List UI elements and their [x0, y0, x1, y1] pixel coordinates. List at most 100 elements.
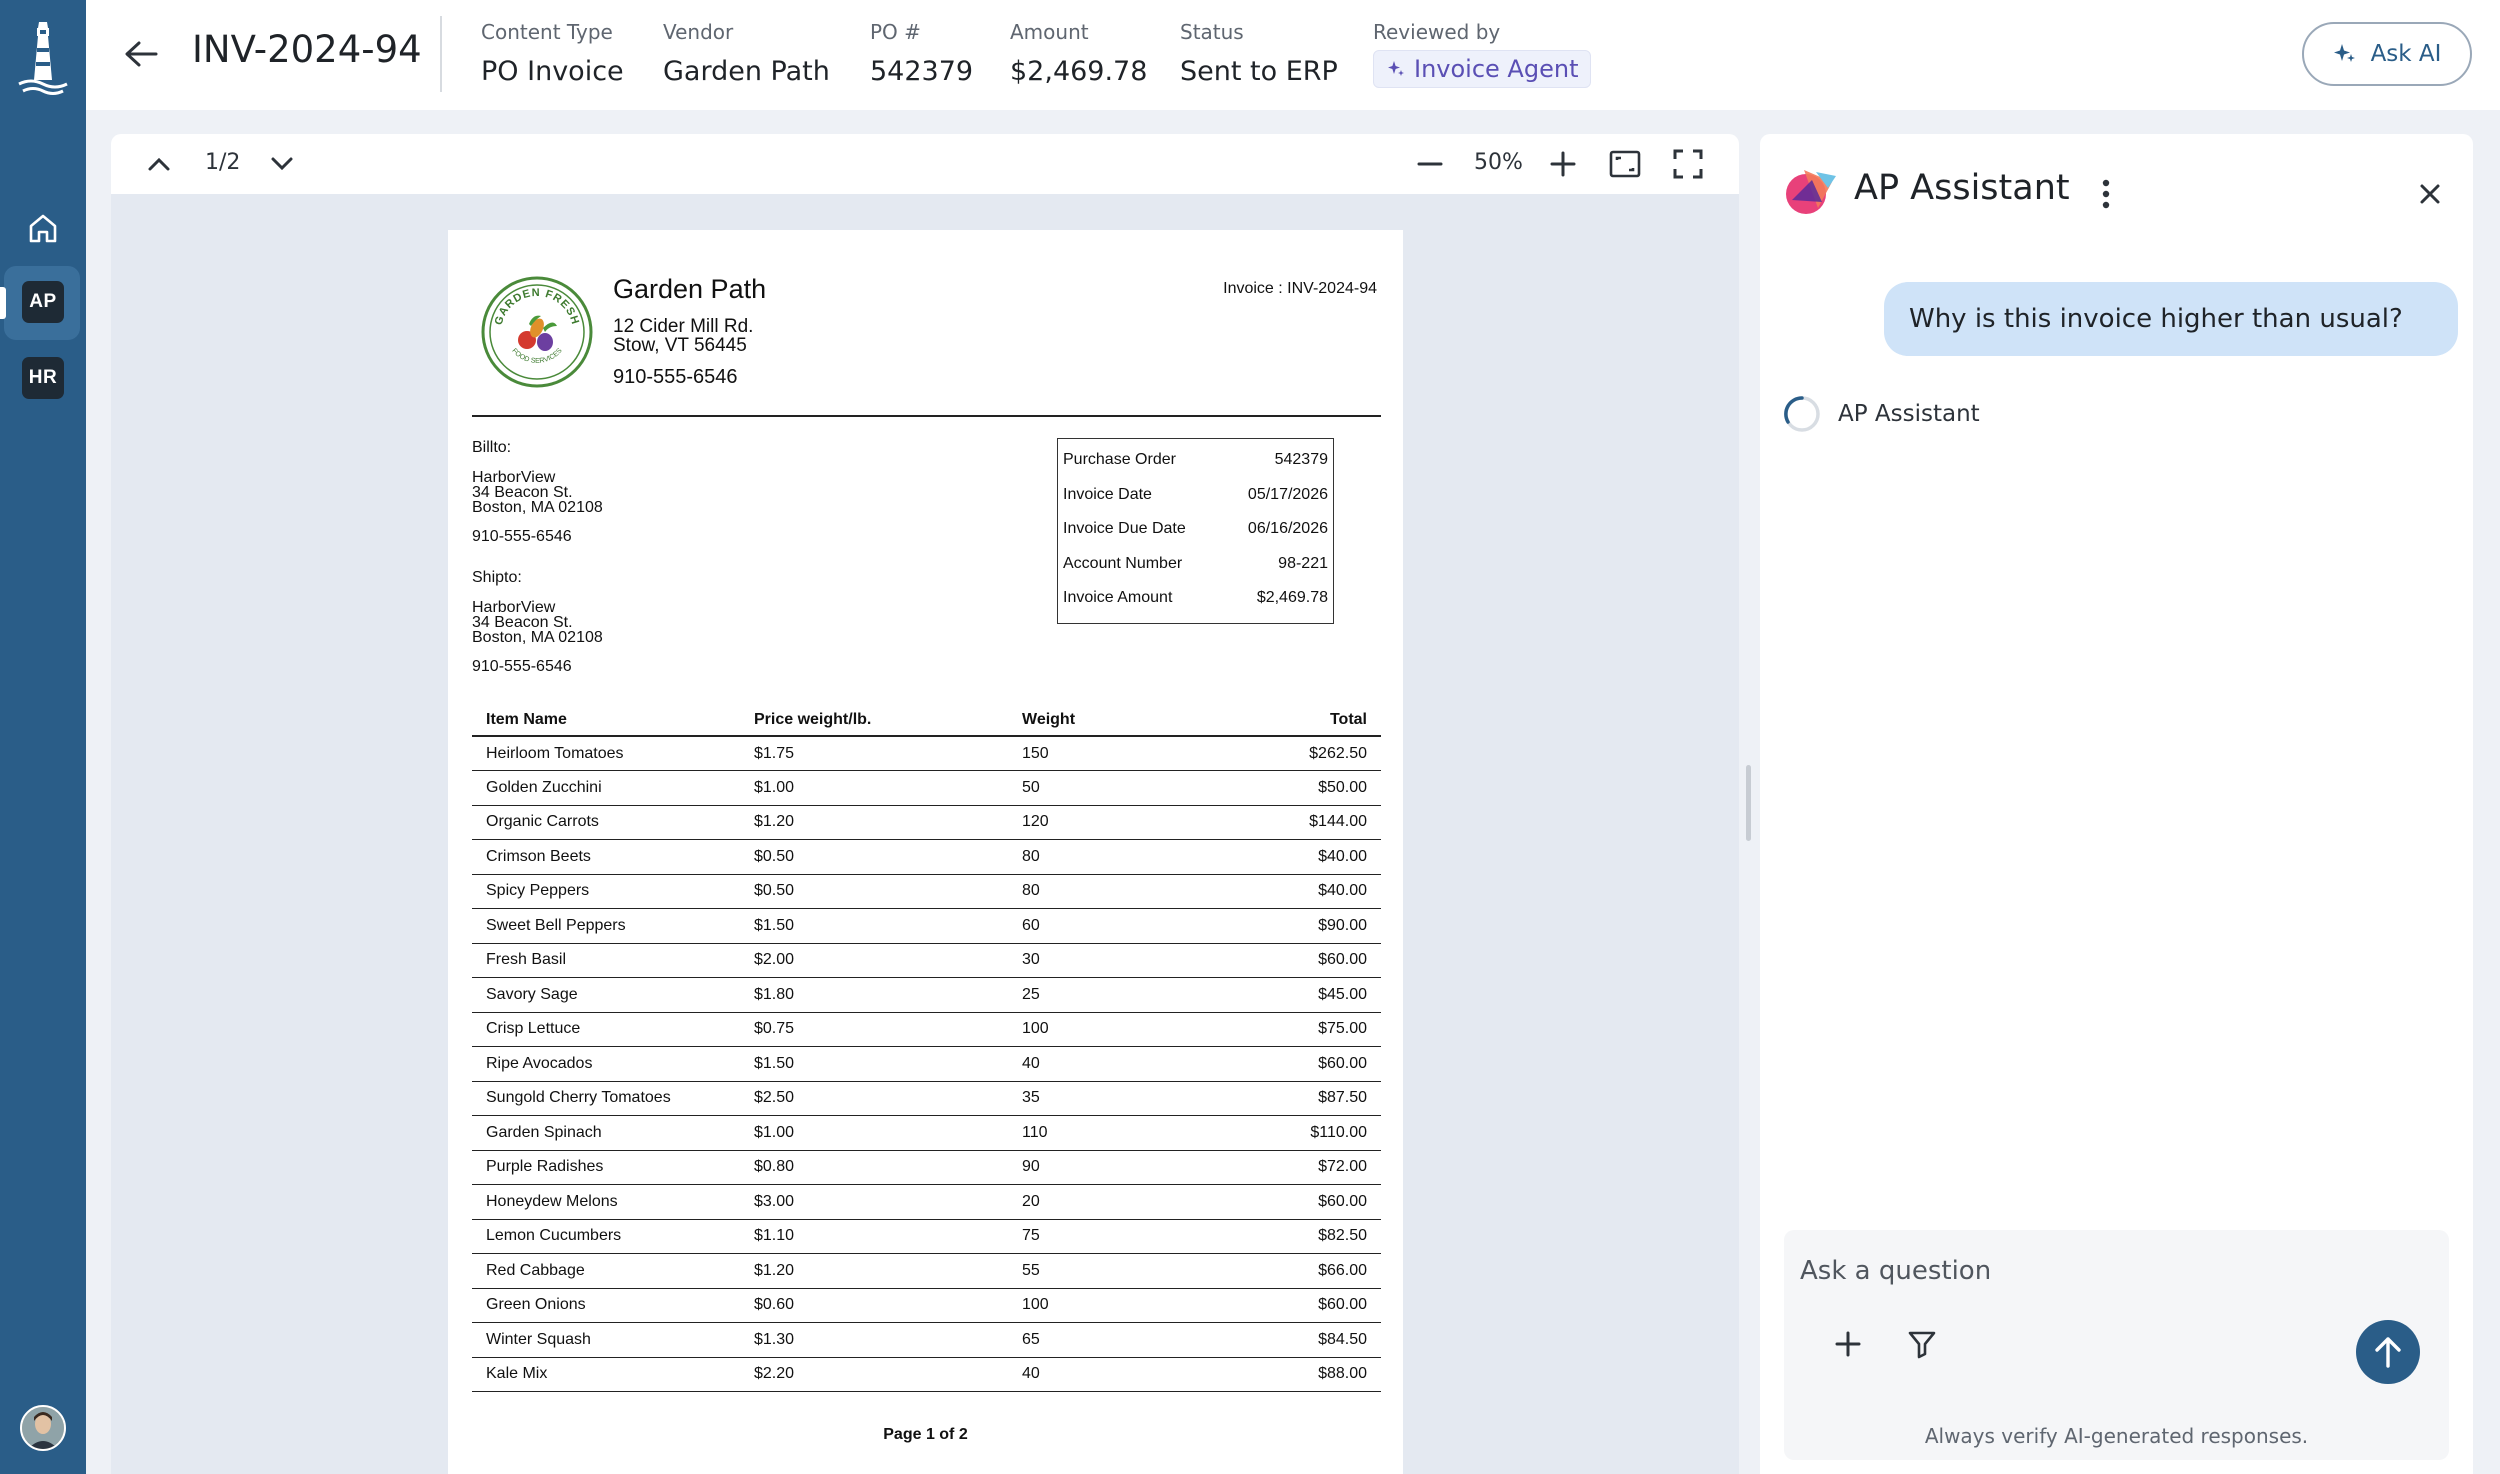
vendor-address-line-2: Stow, VT 56445: [613, 335, 747, 356]
ship-to-name: HarborView: [472, 599, 556, 616]
summary-label: Invoice Date: [1063, 485, 1152, 503]
summary-value: 06/16/2026: [1247, 520, 1328, 538]
table-cell: 20: [1008, 1184, 1198, 1220]
table-cell: Sungold Cherry Tomatoes: [472, 1081, 740, 1116]
rail-ap-button[interactable]: AP: [17, 276, 69, 328]
ask-ai-button[interactable]: Ask AI: [2302, 22, 2472, 86]
back-button[interactable]: [114, 32, 168, 76]
table-cell: $87.50: [1198, 1081, 1381, 1116]
document-viewer-toolbar: 1/2 50%: [111, 134, 1739, 194]
table-row: Winter Squash $1.30 65 $84.50: [472, 1322, 1381, 1358]
bill-to-name: HarborView: [472, 469, 556, 486]
meta-label: Content Type: [481, 20, 613, 44]
table-cell: Savory Sage: [472, 977, 740, 1013]
table-cell: $60.00: [1198, 943, 1381, 978]
table-cell: Honeydew Melons: [472, 1184, 740, 1220]
table-cell: Ripe Avocados: [472, 1046, 740, 1082]
table-cell: Crisp Lettuce: [472, 1012, 740, 1047]
meta-label: Vendor: [663, 20, 734, 44]
meta-value: $2,469.78: [1010, 56, 1148, 87]
fullscreen-button[interactable]: [1666, 144, 1710, 184]
filter-button[interactable]: [1896, 1318, 1948, 1370]
table-row: Sungold Cherry Tomatoes $2.50 35 $87.50: [472, 1081, 1381, 1116]
table-cell: 150: [1008, 736, 1198, 771]
table-cell: 65: [1008, 1322, 1198, 1358]
panel-resize-handle[interactable]: [1746, 765, 1751, 841]
invoice-summary-box: Purchase Order 542379 Invoice Date 05/17/2…: [1057, 438, 1334, 624]
table-cell: $1.20: [740, 1253, 1008, 1289]
table-cell: $60.00: [1198, 1046, 1381, 1082]
table-cell: $0.50: [740, 874, 1008, 909]
table-cell: Crimson Beets: [472, 839, 740, 875]
table-cell: $0.80: [740, 1150, 1008, 1185]
table-cell: 100: [1008, 1288, 1198, 1323]
previous-page-button[interactable]: [137, 144, 181, 184]
summary-row: Invoice Date 05/17/2026: [1063, 478, 1328, 513]
rail-hr-button[interactable]: HR: [17, 352, 69, 404]
panel-close-button[interactable]: [2408, 172, 2452, 216]
column-header: Price weight/lb.: [740, 704, 1008, 737]
assistant-logo-icon: [1782, 162, 1838, 218]
meta-label: Status: [1180, 20, 1244, 44]
table-cell: $40.00: [1198, 874, 1381, 909]
table-cell: $144.00: [1198, 805, 1381, 840]
bill-to-phone: 910-555-6546: [472, 528, 572, 545]
table-cell: $0.60: [740, 1288, 1008, 1323]
zoom-level: 50%: [1474, 150, 1523, 175]
user-message-bubble: Why is this invoice higher than usual?: [1884, 282, 2458, 356]
table-row: Honeydew Melons $3.00 20 $60.00: [472, 1184, 1381, 1220]
zoom-out-button[interactable]: [1408, 144, 1452, 184]
chevron-up-icon: [148, 157, 170, 171]
next-page-button[interactable]: [260, 144, 304, 184]
invoice-page: GARDEN FRESH FOOD SERVICES Garden Path 1…: [448, 230, 1403, 1474]
zoom-in-button[interactable]: [1541, 144, 1585, 184]
question-input[interactable]: [1798, 1244, 2418, 1298]
line-items-body: Heirloom Tomatoes $1.75 150 $262.50 Golden Z…: [472, 736, 1381, 1392]
meta-label: Amount: [1010, 20, 1089, 44]
table-cell: $1.10: [740, 1219, 1008, 1254]
sparkle-icon: [1388, 61, 1404, 76]
summary-label: Account Number: [1063, 554, 1183, 572]
summary-value: 542379: [1274, 451, 1328, 469]
table-cell: Heirloom Tomatoes: [472, 736, 740, 771]
fit-to-page-button[interactable]: [1603, 144, 1647, 184]
summary-row: Purchase Order 542379: [1063, 443, 1328, 478]
table-row: Lemon Cucumbers $1.10 75 $82.50: [472, 1219, 1381, 1254]
table-cell: $50.00: [1198, 770, 1381, 806]
table-row: Fresh Basil $2.00 30 $60.00: [472, 943, 1381, 978]
assistant-thinking-row: AP Assistant: [1782, 394, 1980, 434]
meta-status: Status Sent to ERP: [1180, 20, 1338, 87]
arrow-up-icon: [2375, 1337, 2401, 1368]
summary-row: Invoice Due Date 06/16/2026: [1063, 512, 1328, 547]
table-cell: 30: [1008, 943, 1198, 978]
table-row: Organic Carrots $1.20 120 $144.00: [472, 805, 1381, 840]
table-cell: $2.50: [740, 1081, 1008, 1116]
more-vertical-icon: [2102, 179, 2110, 209]
table-cell: $2.20: [740, 1357, 1008, 1392]
table-cell: $60.00: [1198, 1184, 1381, 1220]
panel-more-options-button[interactable]: [2084, 172, 2128, 216]
table-cell: $2.00: [740, 943, 1008, 978]
summary-value: $2,469.78: [1256, 589, 1328, 607]
invoice-agent-chip[interactable]: Invoice Agent: [1373, 50, 1592, 88]
meta-po-number: PO # 542379: [870, 20, 973, 87]
table-cell: 60: [1008, 908, 1198, 944]
column-header: Item Name: [472, 704, 740, 737]
table-cell: $1.30: [740, 1322, 1008, 1358]
table-cell: $88.00: [1198, 1357, 1381, 1392]
table-row: Ripe Avocados $1.50 40 $60.00: [472, 1046, 1381, 1082]
table-row: Kale Mix $2.20 40 $88.00: [472, 1357, 1381, 1392]
table-cell: 40: [1008, 1357, 1198, 1392]
attach-button[interactable]: [1822, 1318, 1874, 1370]
rail-home-button[interactable]: [17, 202, 69, 254]
table-cell: Fresh Basil: [472, 943, 740, 978]
summary-label: Invoice Due Date: [1063, 520, 1186, 538]
ship-to-phone: 910-555-6546: [472, 658, 572, 675]
plus-icon: [1835, 1331, 1861, 1357]
ai-disclaimer: Always verify AI-generated responses.: [1924, 1424, 2309, 1448]
header-rule: [472, 415, 1381, 417]
close-icon: [2420, 184, 2440, 204]
user-avatar[interactable]: [20, 1405, 66, 1451]
table-cell: $45.00: [1198, 977, 1381, 1013]
send-button[interactable]: [2356, 1320, 2420, 1384]
